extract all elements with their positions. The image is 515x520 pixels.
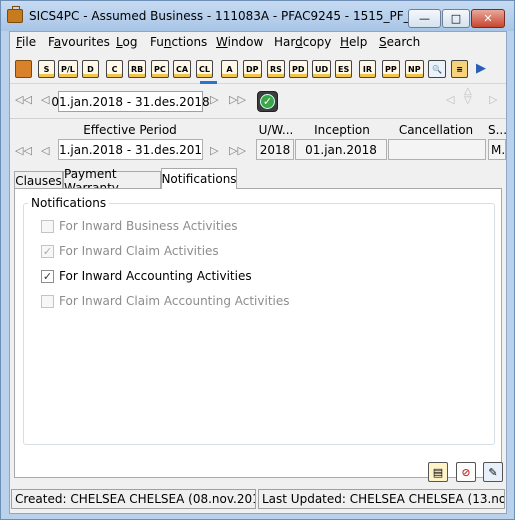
- notebook-icon[interactable]: ≡: [451, 60, 468, 78]
- active-tool-indicator: [200, 81, 217, 84]
- main-window: SICS4PC - Assumed Business - 111083A - P…: [0, 0, 515, 520]
- tab-clauses[interactable]: Clauses: [14, 171, 63, 189]
- toolbar: 🔍 ≡ ▶ S P/L D C RB PC CA CL A DP RS PD UD ES IR PP NP: [10, 54, 506, 84]
- toolbar-button-pd[interactable]: PD: [289, 60, 308, 78]
- inception-cell[interactable]: 01.jan.2018: [295, 139, 387, 160]
- notifications-group: For Inward Business Activities ✓ For Inw…: [23, 203, 495, 445]
- inward-claim-accounting-checkbox[interactable]: [41, 294, 54, 308]
- tab-bar: Clauses Payment Warranty Notifications: [14, 167, 504, 195]
- inward-claim-checkbox[interactable]: ✓: [41, 244, 54, 258]
- inward-claim-accounting-row[interactable]: For Inward Claim Accounting Activities: [41, 292, 290, 310]
- document-search-icon[interactable]: 🔍: [428, 60, 446, 78]
- inward-claim-row[interactable]: ✓ For Inward Claim Activities: [41, 242, 219, 260]
- tab-payment-warranty[interactable]: Payment Warranty: [63, 167, 161, 195]
- toolbar-button-d[interactable]: D: [82, 60, 99, 78]
- close-button[interactable]: ✕: [471, 9, 505, 28]
- menu-bar: File Favourites Log Functions Window Hardcopy…: [10, 32, 506, 52]
- last-icon[interactable]: ▷▷: [229, 93, 246, 106]
- s-header: S...: [488, 123, 508, 137]
- client-area: File Favourites Log Functions Window Hardcopy…: [9, 31, 507, 514]
- play-arrow-icon[interactable]: ▶: [476, 61, 486, 76]
- toolbar-button-pc[interactable]: PC: [151, 60, 169, 78]
- menu-search[interactable]: Search: [379, 35, 420, 49]
- toolbar-button-ca[interactable]: CA: [173, 60, 192, 78]
- effective-period-header: Effective Period: [83, 123, 177, 137]
- cancellation-header: Cancellation: [398, 123, 474, 137]
- toolbar-button-np[interactable]: NP: [405, 60, 424, 78]
- briefcase-tool-icon[interactable]: [15, 60, 32, 78]
- toolbar-button-ir[interactable]: IR: [359, 60, 376, 78]
- menu-functions[interactable]: Functions: [150, 35, 207, 49]
- toolbar-button-ud[interactable]: UD: [312, 60, 332, 78]
- divider: [10, 118, 506, 119]
- window-title: SICS4PC - Assumed Business - 111083A - P…: [29, 9, 409, 23]
- scroll-right-icon[interactable]: ▷: [489, 93, 497, 106]
- toolbar-button-pp[interactable]: PP: [382, 60, 400, 78]
- scroll-updown-icon[interactable]: △ ▽: [464, 87, 472, 106]
- edit-pencil-icon[interactable]: ✎: [483, 462, 503, 482]
- created-status: Created: CHELSEA CHELSEA (08.nov.2019 - …: [11, 489, 256, 509]
- minimize-button[interactable]: —: [408, 9, 441, 28]
- inward-claim-label: For Inward Claim Activities: [59, 244, 219, 258]
- period-field[interactable]: 01.jan.2018 - 31.des.2018: [51, 91, 210, 112]
- previous-icon[interactable]: ◁: [41, 93, 49, 106]
- tab-notifications[interactable]: Notifications: [161, 168, 237, 189]
- inception-header: Inception: [314, 123, 370, 137]
- toolbar-button-a[interactable]: A: [221, 60, 238, 78]
- inward-business-checkbox[interactable]: [41, 219, 54, 233]
- toolbar-button-s[interactable]: S: [38, 60, 55, 78]
- delete-record-icon[interactable]: ⊘: [456, 462, 476, 482]
- inward-business-row[interactable]: For Inward Business Activities: [41, 217, 238, 235]
- title-bar[interactable]: SICS4PC - Assumed Business - 111083A - P…: [1, 1, 514, 31]
- inward-claim-accounting-label: For Inward Claim Accounting Activities: [59, 294, 290, 308]
- updated-status: Last Updated: CHELSEA CHELSEA (13.nov.20…: [258, 489, 505, 509]
- menu-file[interactable]: File: [16, 35, 36, 49]
- cancellation-cell[interactable]: [388, 139, 486, 160]
- effective-period-cell[interactable]: 01.jan.2018 - 31.des.2018: [58, 139, 203, 160]
- menu-hardcopy[interactable]: Hardcopy: [274, 35, 331, 49]
- toolbar-button-rs[interactable]: RS: [267, 60, 285, 78]
- menu-window[interactable]: Window: [216, 35, 263, 49]
- scroll-left-icon[interactable]: ◁: [446, 93, 454, 106]
- maximize-button[interactable]: □: [442, 9, 470, 28]
- toolbar-button-dp[interactable]: DP: [243, 60, 262, 78]
- notifications-group-label: Notifications: [28, 196, 110, 210]
- uw-header: U/W...: [258, 123, 294, 137]
- first-icon[interactable]: ◁◁: [15, 93, 32, 106]
- menu-help[interactable]: Help: [340, 35, 367, 49]
- toolbar-button-es[interactable]: ES: [335, 60, 353, 78]
- inward-accounting-row[interactable]: ✓ For Inward Accounting Activities: [41, 267, 252, 285]
- toolbar-button-pl[interactable]: P/L: [58, 60, 78, 78]
- notes-icon[interactable]: ▤: [428, 462, 448, 482]
- row-previous-icon[interactable]: ◁: [41, 144, 49, 157]
- row-last-icon[interactable]: ▷▷: [229, 144, 246, 157]
- s-cell[interactable]: M...: [488, 139, 506, 160]
- toolbar-button-c[interactable]: C: [106, 60, 123, 78]
- inward-accounting-checkbox[interactable]: ✓: [41, 269, 54, 283]
- row-first-icon[interactable]: ◁◁: [15, 144, 32, 157]
- uw-cell[interactable]: 2018: [256, 139, 294, 160]
- inward-accounting-label: For Inward Accounting Activities: [59, 269, 252, 283]
- inward-business-label: For Inward Business Activities: [59, 219, 238, 233]
- confirm-button[interactable]: ✓: [257, 91, 278, 112]
- checkmark-icon: ✓: [260, 94, 275, 109]
- menu-favourites[interactable]: Favourites: [48, 35, 110, 49]
- row-next-icon[interactable]: ▷: [210, 144, 218, 157]
- next-icon[interactable]: ▷: [210, 93, 218, 106]
- briefcase-icon: [7, 6, 23, 23]
- period-navigation: ◁◁ ◁ 01.jan.2018 - 31.des.2018 ▷ ▷▷ ✓ ◁ …: [10, 87, 506, 114]
- toolbar-button-rb[interactable]: RB: [128, 60, 147, 78]
- toolbar-button-cl[interactable]: CL: [196, 60, 213, 78]
- menu-log[interactable]: Log: [116, 35, 137, 49]
- notifications-panel: For Inward Business Activities ✓ For Inw…: [14, 188, 502, 478]
